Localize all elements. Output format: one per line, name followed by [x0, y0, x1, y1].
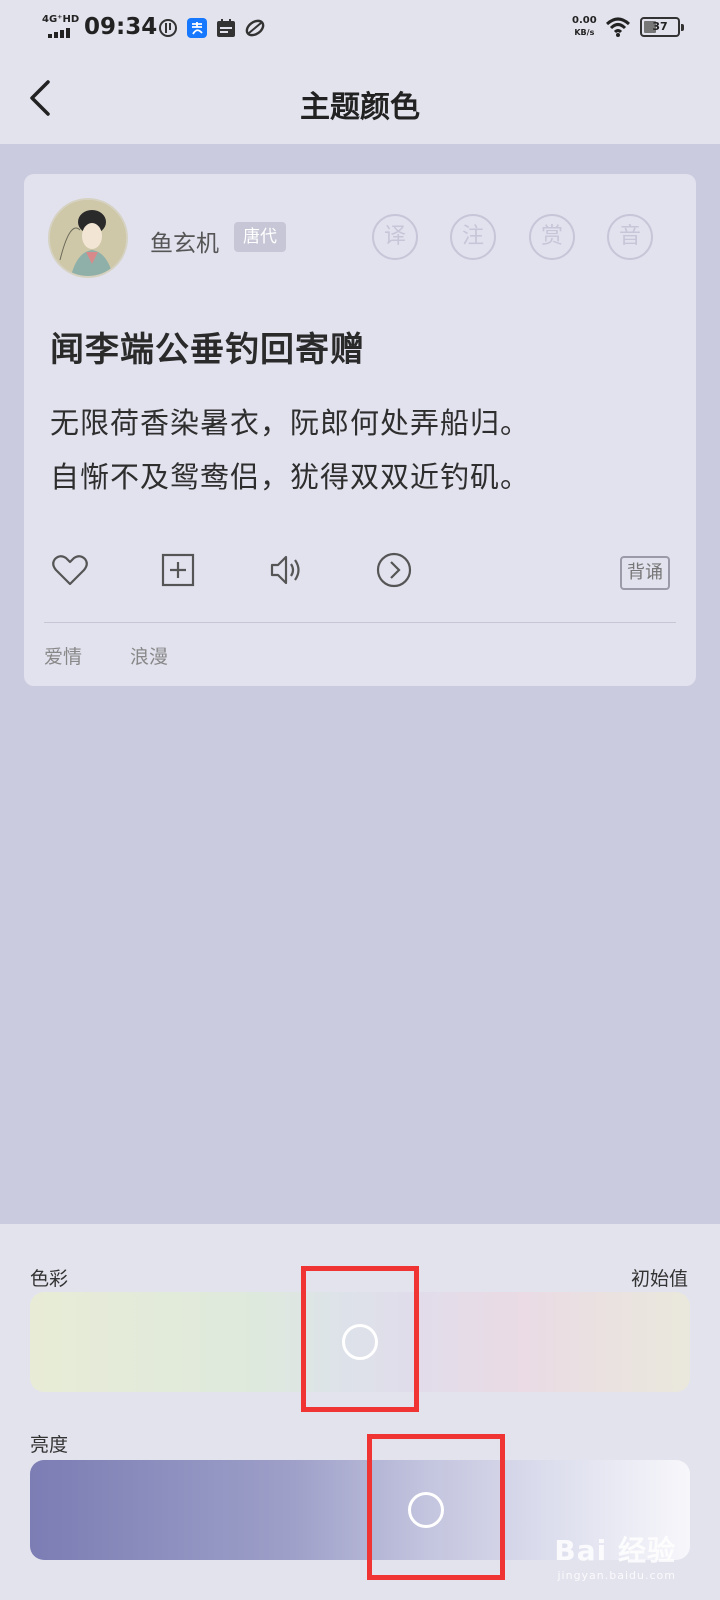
watermark-url: jingyan.baidu.com — [557, 1569, 676, 1582]
poem-line: 自惭不及鸳鸯侣，犹得双双近钓矶。 — [50, 460, 531, 494]
data-saver-icon — [159, 19, 177, 37]
tag-romance[interactable]: 浪漫 — [130, 642, 168, 669]
author-avatar[interactable] — [48, 198, 128, 278]
battery-level: 37 — [652, 20, 668, 33]
wifi-icon — [606, 17, 630, 37]
tag-love[interactable]: 爱情 — [44, 642, 82, 669]
reset-button[interactable]: 初始值 — [631, 1264, 688, 1291]
app-icon — [245, 19, 265, 37]
annotation-button[interactable]: 注 — [450, 214, 496, 260]
page-title: 主题颜色 — [300, 90, 420, 125]
signal-icon — [48, 28, 72, 38]
watermark-logo: Bai 经验 — [554, 1534, 676, 1567]
highlight-box — [301, 1266, 419, 1412]
color-label: 色彩 — [30, 1268, 69, 1290]
speed-value: 0.00 — [572, 15, 597, 26]
alipay-icon — [187, 18, 207, 38]
brightness-label: 亮度 — [30, 1434, 69, 1456]
network-speed: 0.00 KB/s — [572, 16, 597, 38]
clock: 09:34 — [84, 14, 158, 40]
translate-button[interactable]: 译 — [372, 214, 418, 260]
watermark: Bai 经验 jingyan.baidu.com — [554, 1529, 676, 1582]
heart-icon[interactable] — [50, 550, 90, 590]
audio-button[interactable]: 音 — [607, 214, 653, 260]
network-type: 4G⁺HD — [42, 14, 80, 25]
highlight-box — [367, 1434, 505, 1580]
appreciation-button[interactable]: 赏 — [529, 214, 575, 260]
poem-line: 无限荷香染暑衣，阮郎何处弄船归。 — [50, 406, 531, 440]
speed-unit: KB/s — [574, 28, 595, 37]
add-box-icon[interactable] — [158, 550, 198, 590]
status-bar: 4G⁺HD 09:34 0.00 KB/s 37 — [0, 0, 720, 56]
theme-color-panel: 色彩 初始值 亮度 Bai 经验 jingyan.baidu.com — [0, 1224, 720, 1600]
next-circle-icon[interactable] — [374, 550, 414, 590]
author-name[interactable]: 鱼玄机 — [150, 224, 219, 258]
portrait-image — [50, 200, 126, 276]
battery-icon: 37 — [640, 17, 684, 37]
divider — [44, 622, 676, 623]
speaker-icon[interactable] — [266, 550, 306, 590]
poem-title: 闻李端公垂钓回寄赠 — [50, 330, 365, 370]
recite-button[interactable]: 背诵 — [620, 556, 670, 590]
poem-card: 鱼玄机 唐代 译 注 赏 音 闻李端公垂钓回寄赠 无限荷香染暑衣，阮郎何处弄船归… — [24, 174, 696, 686]
calendar-icon — [217, 19, 235, 37]
nav-bar: 主题颜色 — [0, 56, 720, 144]
dynasty-badge: 唐代 — [234, 222, 286, 252]
